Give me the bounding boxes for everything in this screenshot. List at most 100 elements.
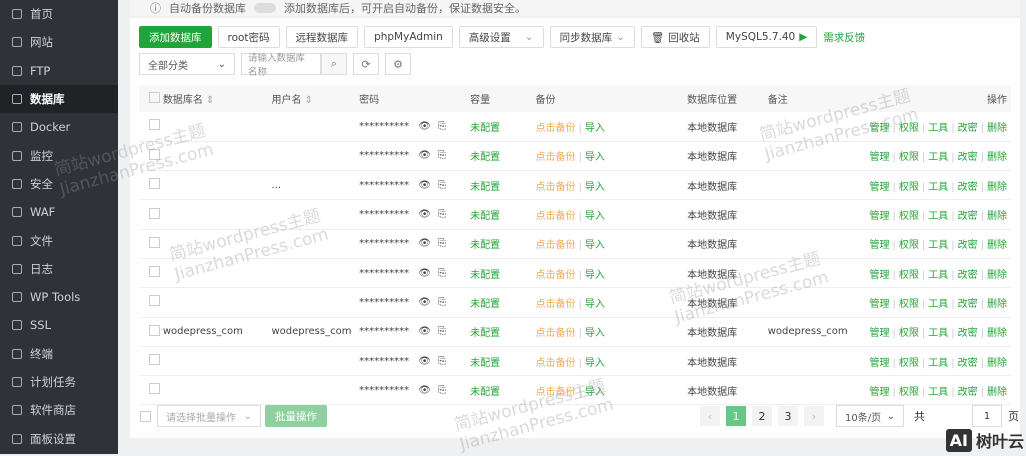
backup-link[interactable]: 点击备份 — [535, 211, 575, 222]
op-link[interactable]: 权限 — [899, 182, 919, 193]
eye-icon[interactable]: 👁 — [418, 385, 431, 396]
op-link[interactable]: 管理 — [870, 328, 890, 339]
backup-link[interactable]: 点击备份 — [535, 328, 575, 339]
row-checkbox[interactable] — [149, 236, 160, 248]
copy-icon[interactable]: ⎘ — [438, 150, 446, 161]
column-header[interactable]: 数据库名 ⇕ — [162, 85, 272, 112]
sidebar-item[interactable]: 软件商店 — [0, 396, 118, 424]
eye-icon[interactable]: 👁 — [418, 356, 431, 367]
copy-icon[interactable]: ⎘ — [438, 180, 446, 191]
search-button[interactable]: ⌕ — [321, 53, 347, 75]
select-all-checkbox[interactable] — [149, 91, 160, 103]
op-link[interactable]: 管理 — [870, 387, 890, 398]
sidebar-item[interactable]: WAF — [0, 198, 118, 226]
eye-icon[interactable]: 👁 — [418, 326, 431, 337]
search-input[interactable]: 请输入数据库名称 — [241, 53, 321, 78]
op-link[interactable]: 权限 — [899, 358, 919, 369]
note-cell[interactable] — [767, 199, 856, 230]
sidebar-item[interactable]: 监控 — [0, 141, 118, 169]
backup-link[interactable]: 点击备份 — [535, 358, 575, 369]
sidebar-item[interactable]: Docker — [0, 113, 118, 141]
op-link[interactable]: 删除 — [987, 240, 1007, 251]
note-cell[interactable] — [767, 258, 856, 289]
import-link[interactable]: 导入 — [585, 358, 605, 369]
row-checkbox[interactable] — [149, 266, 160, 278]
op-link[interactable]: 工具 — [928, 240, 948, 251]
op-link[interactable]: 权限 — [899, 211, 919, 222]
page-2[interactable]: 2 — [752, 406, 772, 426]
sidebar-item[interactable]: 首页 — [0, 0, 118, 28]
op-link[interactable]: 管理 — [870, 182, 890, 193]
row-checkbox[interactable] — [149, 207, 160, 219]
column-header[interactable]: 用户名 ⇕ — [271, 85, 360, 112]
op-link[interactable]: 管理 — [870, 299, 890, 310]
settings-button[interactable]: ⚙ — [385, 53, 411, 75]
op-link[interactable]: 管理 — [870, 270, 890, 281]
row-checkbox[interactable] — [149, 324, 160, 336]
op-link[interactable]: 删除 — [987, 299, 1007, 310]
row-checkbox[interactable] — [149, 295, 160, 307]
op-link[interactable]: 改密 — [958, 211, 978, 222]
op-link[interactable]: 管理 — [870, 152, 890, 163]
backup-link[interactable]: 点击备份 — [535, 299, 575, 310]
phpmyadmin-button[interactable]: phpMyAdmin — [364, 26, 453, 48]
op-link[interactable]: 权限 — [899, 240, 919, 251]
sidebar-item[interactable]: WP Tools — [0, 283, 118, 311]
copy-icon[interactable]: ⎘ — [438, 238, 446, 249]
import-link[interactable]: 导入 — [585, 182, 605, 193]
feedback-link[interactable]: 需求反馈 — [823, 30, 865, 45]
note-cell[interactable] — [767, 112, 856, 142]
remote-database-button[interactable]: 远程数据库 — [285, 26, 359, 48]
op-link[interactable]: 工具 — [928, 270, 948, 281]
select-all-checkbox[interactable] — [140, 410, 151, 422]
op-link[interactable]: 改密 — [958, 299, 978, 310]
import-link[interactable]: 导入 — [585, 211, 605, 222]
page-1[interactable]: 1 — [726, 406, 746, 426]
op-link[interactable]: 工具 — [928, 358, 948, 369]
copy-icon[interactable]: ⎘ — [438, 268, 446, 279]
row-checkbox[interactable] — [149, 354, 160, 366]
row-checkbox[interactable] — [149, 383, 160, 395]
note-cell[interactable] — [767, 346, 856, 377]
copy-icon[interactable]: ⎘ — [438, 385, 446, 396]
import-link[interactable]: 导入 — [585, 387, 605, 398]
import-link[interactable]: 导入 — [585, 240, 605, 251]
sidebar-item[interactable]: 面板设置 — [0, 424, 118, 452]
eye-icon[interactable]: 👁 — [418, 268, 431, 279]
op-link[interactable]: 删除 — [987, 328, 1007, 339]
mysql-version-button[interactable]: MySQL5.7.40 ▶ — [715, 26, 818, 48]
prev-page-button[interactable]: ‹ — [700, 406, 720, 426]
op-link[interactable]: 管理 — [870, 358, 890, 369]
note-cell[interactable] — [767, 170, 856, 201]
op-link[interactable]: 管理 — [870, 123, 890, 134]
root-password-button[interactable]: root密码 — [217, 26, 280, 48]
auto-backup-toggle[interactable] — [254, 3, 276, 13]
import-link[interactable]: 导入 — [585, 328, 605, 339]
op-link[interactable]: 权限 — [899, 152, 919, 163]
note-cell[interactable] — [767, 141, 856, 172]
sidebar-item[interactable]: 日志 — [0, 255, 118, 283]
op-link[interactable]: 权限 — [899, 387, 919, 398]
backup-link[interactable]: 点击备份 — [535, 152, 575, 163]
eye-icon[interactable]: 👁 — [418, 180, 431, 191]
sidebar-item[interactable]: 安全 — [0, 170, 118, 198]
note-cell[interactable]: wodepress_com — [767, 317, 856, 347]
op-link[interactable]: 改密 — [958, 240, 978, 251]
op-link[interactable]: 管理 — [870, 240, 890, 251]
op-link[interactable]: 删除 — [987, 270, 1007, 281]
sidebar-item[interactable]: 终端 — [0, 340, 118, 368]
op-link[interactable]: 改密 — [958, 152, 978, 163]
batch-select[interactable]: 请选择批量操作 ⌄ — [157, 405, 261, 427]
batch-button[interactable]: 批量操作 — [265, 405, 327, 427]
advanced-settings-button[interactable]: 高级设置 ⌄ — [458, 26, 544, 48]
row-checkbox[interactable] — [149, 119, 160, 131]
op-link[interactable]: 权限 — [899, 123, 919, 134]
op-link[interactable]: 权限 — [899, 299, 919, 310]
op-link[interactable]: 删除 — [987, 211, 1007, 222]
note-cell[interactable] — [767, 375, 856, 406]
backup-link[interactable]: 点击备份 — [535, 123, 575, 134]
copy-icon[interactable]: ⎘ — [438, 326, 446, 337]
add-database-button[interactable]: 添加数据库 — [139, 26, 212, 48]
next-page-button[interactable]: › — [804, 406, 824, 426]
copy-icon[interactable]: ⎘ — [438, 209, 446, 220]
